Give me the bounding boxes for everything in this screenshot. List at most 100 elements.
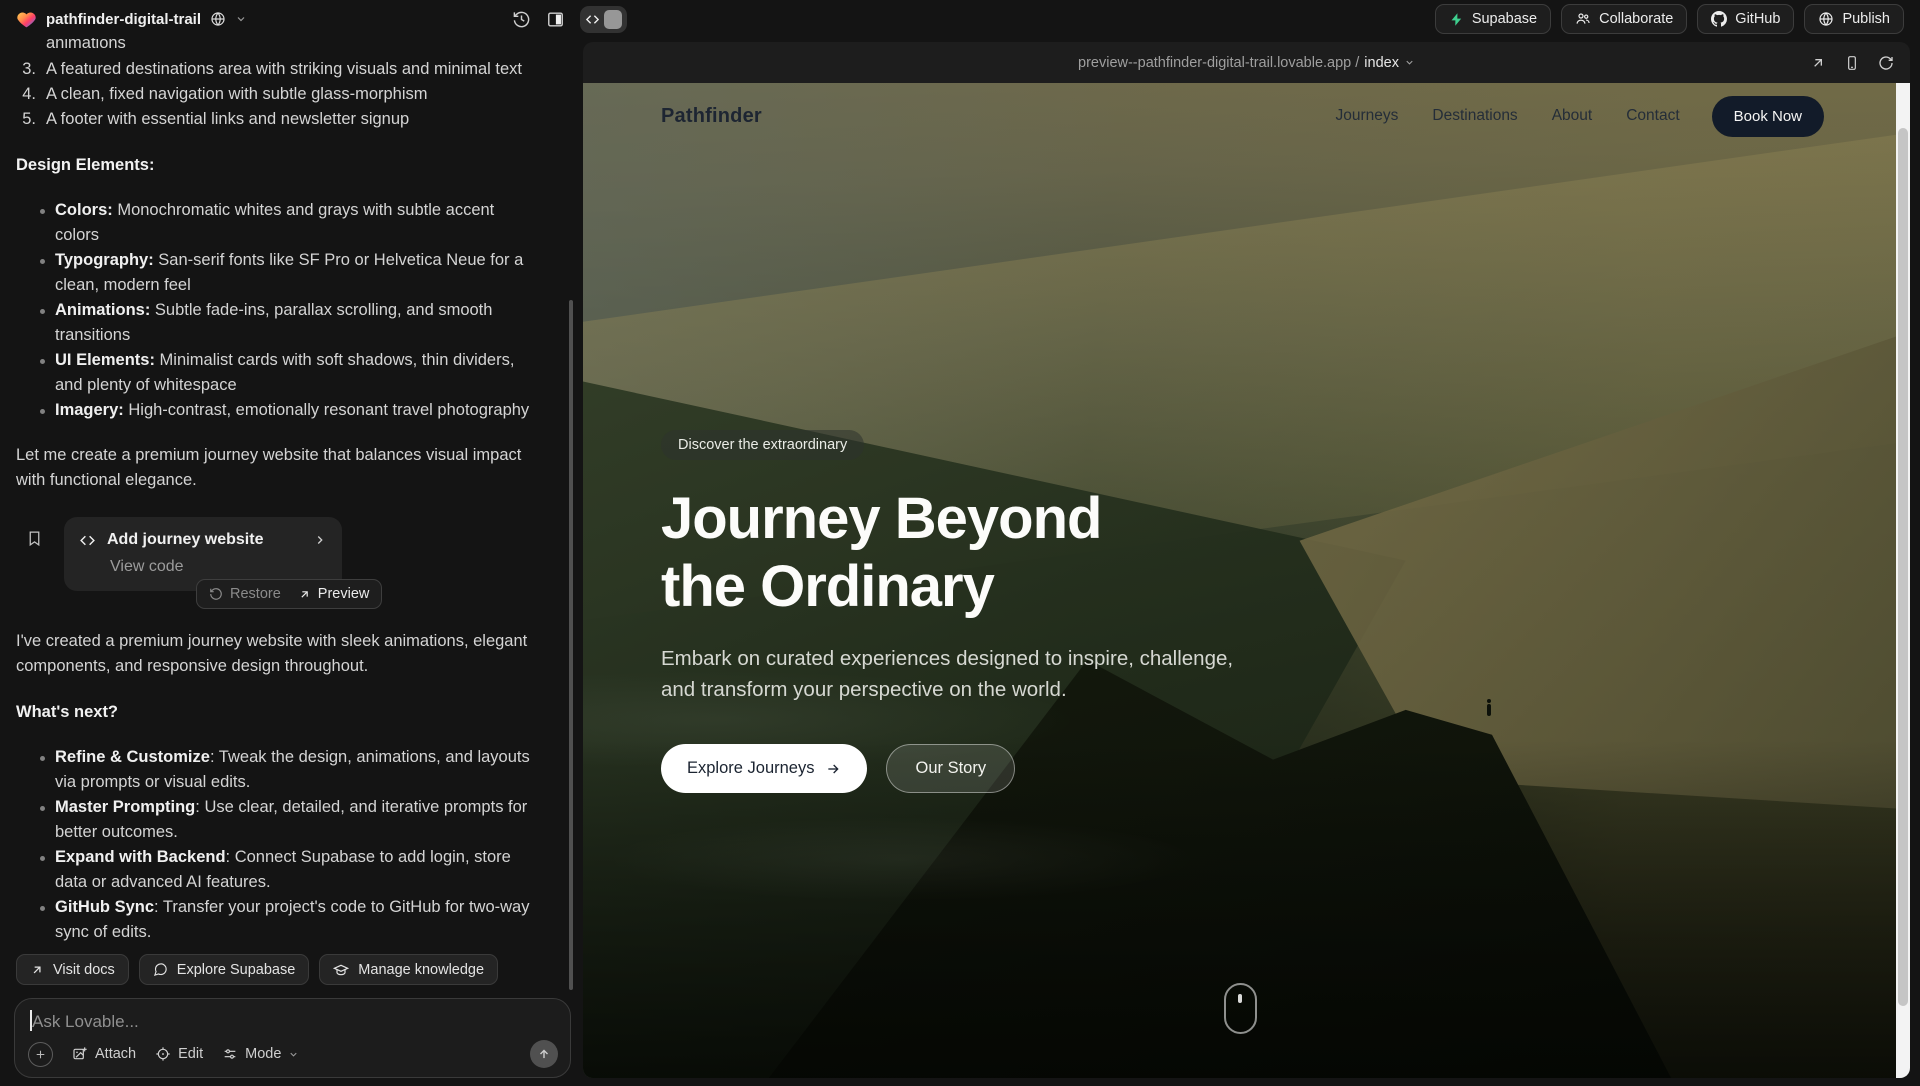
- edit-card-block: Add journey website View code Restore Pr…: [26, 517, 540, 609]
- site-nav-links: Journeys Destinations About Contact: [1335, 107, 1679, 125]
- nav-link[interactable]: About: [1552, 107, 1593, 125]
- external-link-icon: [30, 963, 44, 977]
- collaborate-button[interactable]: Collaborate: [1561, 4, 1687, 34]
- our-story-button[interactable]: Our Story: [886, 744, 1015, 793]
- site-scrollbar-thumb[interactable]: [1898, 128, 1908, 1006]
- open-external-icon[interactable]: [1810, 55, 1826, 71]
- smartphone-icon[interactable]: [1844, 55, 1860, 71]
- restore-preview-pill: Restore Preview: [196, 579, 382, 609]
- assistant-paragraph: I've created a premium journey website w…: [16, 629, 540, 679]
- chat-scrollbar[interactable]: [569, 300, 573, 990]
- list-item: 3.A featured destinations area with stri…: [16, 57, 540, 82]
- chevron-down-icon[interactable]: [1404, 57, 1415, 68]
- globe-icon: [210, 11, 226, 27]
- design-elements-heading: Design Elements:: [16, 153, 540, 178]
- mode-button[interactable]: Mode: [222, 1046, 299, 1062]
- users-icon: [1575, 11, 1591, 27]
- list-item: Debug with Ease: Activate our experiment…: [40, 945, 540, 948]
- chat-panel: animations 3.A featured destinations are…: [0, 38, 582, 1086]
- list-item: Typography: San-serif fonts like SF Pro …: [40, 248, 540, 298]
- request-numbered-list: 3.A featured destinations area with stri…: [16, 57, 540, 132]
- add-button[interactable]: [28, 1042, 53, 1067]
- code-icon: [79, 532, 96, 549]
- next-steps-bullet-list: Refine & Customize: Tweak the design, an…: [16, 745, 540, 948]
- edit-card-title: Add journey website: [107, 530, 263, 550]
- arrow-right-icon: [825, 761, 841, 777]
- edit-button[interactable]: Edit: [155, 1046, 203, 1062]
- assistant-paragraph: Let me create a premium journey website …: [16, 443, 540, 493]
- hiker-figure: [1487, 704, 1491, 716]
- lovable-heart-logo[interactable]: [16, 9, 37, 30]
- list-item: Imagery: High-contrast, emotionally reso…: [40, 398, 540, 423]
- github-icon: [1711, 11, 1727, 27]
- nav-link[interactable]: Destinations: [1432, 107, 1517, 125]
- restore-button[interactable]: Restore: [209, 586, 281, 602]
- panel-icon[interactable]: [546, 10, 565, 29]
- globe-icon: [1818, 11, 1834, 27]
- explore-journeys-button[interactable]: Explore Journeys: [661, 744, 867, 793]
- nav-link[interactable]: Contact: [1626, 107, 1679, 125]
- code-view-toggle[interactable]: [580, 6, 627, 33]
- site-scrollbar-track[interactable]: [1896, 83, 1910, 1078]
- github-button[interactable]: GitHub: [1697, 4, 1794, 34]
- supabase-button[interactable]: Supabase: [1435, 4, 1551, 34]
- preview-button[interactable]: Preview: [298, 586, 370, 602]
- list-item: Master Prompting: Use clear, detailed, a…: [40, 795, 540, 845]
- preview-panel: preview--pathfinder-digital-trail.lovabl…: [583, 42, 1910, 1078]
- preview-url[interactable]: preview--pathfinder-digital-trail.lovabl…: [1078, 55, 1359, 71]
- send-button[interactable]: [530, 1040, 558, 1068]
- site-viewport: Pathfinder Journeys Destinations About C…: [583, 83, 1910, 1078]
- list-item: Expand with Backend: Connect Supabase to…: [40, 845, 540, 895]
- suggestion-chips-row: Visit docs Explore Supabase Manage knowl…: [0, 948, 582, 998]
- history-icon[interactable]: [512, 10, 531, 29]
- code-icon: [585, 12, 600, 27]
- hero-heading: Journey Beyond the Ordinary: [661, 485, 1321, 621]
- preview-header: preview--pathfinder-digital-trail.lovabl…: [583, 42, 1910, 83]
- ask-lovable-input[interactable]: [32, 1012, 554, 1032]
- site-logo[interactable]: Pathfinder: [661, 105, 762, 128]
- book-now-button[interactable]: Book Now: [1712, 96, 1824, 137]
- list-item: UI Elements: Minimalist cards with soft …: [40, 348, 540, 398]
- image-plus-icon: [72, 1046, 88, 1062]
- list-item: 5.A footer with essential links and news…: [16, 107, 540, 132]
- target-icon: [155, 1046, 171, 1062]
- supabase-bolt-icon: [1449, 12, 1464, 27]
- publish-button[interactable]: Publish: [1804, 4, 1904, 34]
- chevron-down-icon: [288, 1049, 299, 1060]
- chat-input-container[interactable]: Attach Edit Mode: [14, 998, 571, 1078]
- graduation-cap-icon: [333, 962, 349, 978]
- hero-subtitle: Embark on curated experiences designed t…: [661, 643, 1256, 707]
- whats-next-heading: What's next?: [16, 700, 540, 725]
- view-code-link[interactable]: View code: [110, 557, 327, 577]
- list-item: 4.A clean, fixed navigation with subtle …: [16, 82, 540, 107]
- design-bullet-list: Colors: Monochromatic whites and grays w…: [16, 198, 540, 423]
- chevron-right-icon[interactable]: [313, 533, 327, 547]
- list-item: Animations: Subtle fade-ins, parallax sc…: [40, 298, 540, 348]
- restore-icon: [209, 587, 223, 601]
- sliders-icon: [222, 1046, 238, 1062]
- list-item: Colors: Monochromatic whites and grays w…: [40, 198, 540, 248]
- manage-knowledge-button[interactable]: Manage knowledge: [319, 954, 498, 985]
- message-circle-icon: [153, 962, 168, 977]
- hero-badge: Discover the extraordinary: [661, 430, 864, 460]
- preview-page-name[interactable]: index: [1364, 55, 1399, 71]
- app-top-bar: pathfinder-digital-trail Supabase Col: [0, 0, 1920, 38]
- mouse-wheel-dot: [1238, 994, 1242, 1003]
- attach-button[interactable]: Attach: [72, 1046, 136, 1062]
- external-link-icon: [298, 588, 311, 601]
- visit-docs-button[interactable]: Visit docs: [16, 954, 129, 985]
- list-item: GitHub Sync: Transfer your project's cod…: [40, 895, 540, 945]
- site-navbar: Pathfinder Journeys Destinations About C…: [583, 83, 1896, 149]
- clipped-text-line: animations: [46, 38, 540, 56]
- explore-supabase-button[interactable]: Explore Supabase: [139, 954, 310, 985]
- hero-section: Discover the extraordinary Journey Beyon…: [661, 430, 1321, 793]
- nav-link[interactable]: Journeys: [1335, 107, 1398, 125]
- scroll-indicator: [1224, 983, 1257, 1034]
- list-item: Refine & Customize: Tweak the design, an…: [40, 745, 540, 795]
- bookmark-icon[interactable]: [26, 530, 43, 547]
- chat-message-area[interactable]: animations 3.A featured destinations are…: [0, 38, 582, 948]
- toggle-knob: [604, 10, 622, 29]
- refresh-icon[interactable]: [1878, 55, 1894, 71]
- project-name[interactable]: pathfinder-digital-trail: [46, 11, 201, 28]
- chevron-down-icon[interactable]: [235, 13, 247, 25]
